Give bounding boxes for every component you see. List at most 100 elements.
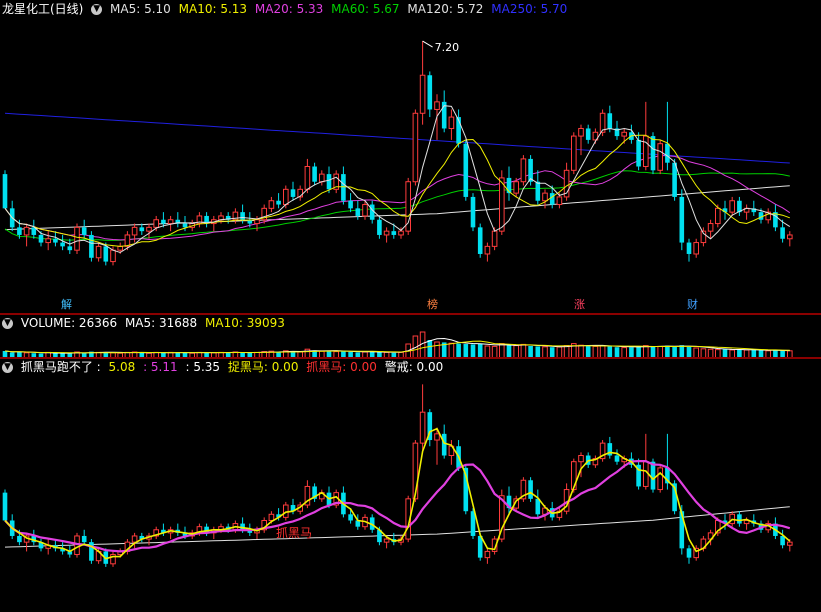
volume-bar: [477, 343, 483, 358]
event-marker-cai[interactable]: 财: [684, 298, 701, 312]
price-candle: [549, 193, 555, 205]
indicator-candle: [614, 455, 620, 462]
peak-label: 7.20: [435, 41, 460, 54]
volume-bar: [520, 343, 527, 358]
indicator-value-1: 5.08: [108, 360, 136, 374]
indicator-candle: [441, 433, 447, 456]
price-title: 龙星化工(日线): [2, 2, 84, 16]
peak-pointer: [422, 40, 433, 48]
price-candle: [283, 188, 289, 206]
volume-ma5-label: MA5: 31688: [124, 316, 198, 330]
price-candle: [23, 226, 30, 236]
indicator-candle: [17, 535, 22, 543]
price-pane[interactable]: 7.20 龙星化工(日线) ▼ MA5: 5.10 MA10: 5.13 MA2…: [0, 0, 821, 314]
indicator-candle: [484, 550, 491, 559]
price-candle: [419, 74, 426, 114]
volume-bar: [470, 344, 476, 358]
price-candle: [434, 101, 440, 110]
indicator-label-zhuo: 捉黑马: 0.00: [227, 360, 299, 374]
price-candle: [607, 113, 613, 129]
volume-pane[interactable]: ▼ VOLUME: 26366 MA5: 31688 MA10: 39093: [0, 314, 821, 358]
price-candle: [715, 207, 721, 225]
price-candle: [621, 131, 628, 137]
price-candle: [167, 219, 174, 225]
price-candle: [448, 116, 455, 129]
price-candle: [45, 238, 52, 244]
price-candle: [707, 223, 714, 232]
indicator-candle: [74, 535, 80, 556]
indicator-label-jingjie: 警戒: 0.00: [384, 360, 444, 374]
price-candle: [369, 204, 375, 220]
volume-bar: [448, 342, 455, 358]
ma10-line: [4, 134, 790, 247]
price-candle: [326, 174, 332, 190]
price-candle: [535, 181, 541, 201]
price-candle: [484, 245, 491, 255]
price-candle: [463, 143, 469, 197]
indicator-value-3: : 5.35: [185, 360, 221, 374]
price-candle: [139, 227, 145, 232]
volume-bar: [419, 331, 426, 358]
indicator-candle: [348, 514, 353, 521]
volume-header: ▼ VOLUME: 26366 MA5: 31688 MA10: 39093: [0, 314, 289, 332]
price-candle: [355, 208, 361, 216]
event-marker-bang[interactable]: 榜: [424, 298, 441, 312]
indicator-magenta-line: [4, 459, 791, 553]
indicator-candle: [434, 433, 440, 441]
indicator-annotation: 抓黑马: [276, 526, 313, 540]
price-candle: [391, 231, 397, 235]
price-candle: [729, 200, 736, 213]
indicator-candle: [131, 535, 138, 543]
indicator-candle: [737, 514, 742, 524]
price-candle: [341, 174, 346, 201]
ma60-line: [4, 170, 790, 241]
indicator-candle: [780, 535, 785, 546]
price-candle: [89, 234, 94, 258]
indicator-candle: [643, 461, 649, 487]
indicator-candle: [787, 541, 793, 546]
price-candle: [103, 246, 109, 262]
price-candle: [182, 223, 188, 228]
price-candle: [650, 136, 656, 171]
indicator-chart[interactable]: [0, 358, 821, 612]
price-header: 龙星化工(日线) ▼ MA5: 5.10 MA10: 5.13 MA20: 5.…: [0, 0, 571, 18]
price-candle: [491, 230, 498, 247]
price-candle: [520, 158, 527, 183]
volume-ma5-line: [4, 337, 790, 354]
price-candle: [513, 181, 520, 194]
indicator-candle: [81, 535, 87, 543]
ma250-line: [4, 112, 790, 164]
indicator-pane[interactable]: ▼ 抓黑马跑不了 : 5.08 : 5.11 : 5.35 捉黑马: 0.00 …: [0, 358, 821, 612]
ma20-label: MA20: 5.33: [254, 2, 324, 16]
chevron-down-icon[interactable]: ▼: [2, 318, 13, 329]
price-candle: [499, 177, 505, 232]
price-chart[interactable]: 7.20: [0, 0, 821, 314]
event-marker-zhang[interactable]: 涨: [571, 298, 588, 312]
price-candle: [542, 192, 548, 202]
chevron-down-icon[interactable]: ▼: [91, 4, 103, 15]
volume-ma10-label: MA10: 39093: [205, 316, 285, 330]
price-candle: [477, 227, 483, 254]
indicator-candle: [383, 538, 390, 543]
price-candle: [290, 189, 296, 197]
price-candle: [153, 219, 159, 228]
price-candle: [405, 181, 411, 232]
price-candle: [95, 245, 102, 259]
price-candle: [636, 139, 641, 167]
indicator-candle: [528, 480, 533, 499]
chevron-down-icon[interactable]: ▼: [2, 362, 13, 373]
indicator-header: ▼ 抓黑马跑不了 : 5.08 : 5.11 : 5.35 捉黑马: 0.00 …: [0, 358, 447, 376]
price-candle: [427, 75, 433, 110]
event-marker-jie[interactable]: 解: [58, 298, 75, 312]
indicator-candle: [268, 513, 275, 521]
price-candle: [254, 219, 260, 225]
indicator-candle: [650, 461, 656, 490]
price-candle: [686, 242, 692, 254]
ma120-label: MA120: 5.72: [407, 2, 484, 16]
volume-label: VOLUME: 26366: [20, 316, 118, 330]
indicator-yellow-line: [4, 427, 791, 560]
price-candle: [556, 196, 563, 206]
price-candle: [398, 230, 404, 236]
price-candle: [665, 143, 670, 163]
indicator-candle: [686, 548, 692, 558]
